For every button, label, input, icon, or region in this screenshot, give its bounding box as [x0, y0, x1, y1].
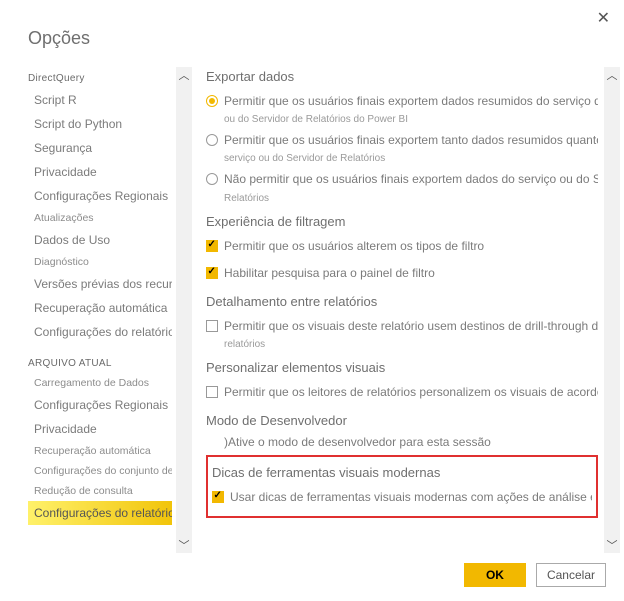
- sidebar-item-script-r[interactable]: Script R: [28, 88, 172, 112]
- option-label: Permitir que os leitores de relatórios p…: [224, 384, 598, 400]
- export-option-summary[interactable]: Permitir que os usuários finais exportem…: [206, 90, 598, 112]
- sidebar-item-recup-auto-2[interactable]: Recuperação automática: [28, 441, 172, 461]
- option-sublabel: ou do Servidor de Relatórios do Power BI: [206, 112, 598, 129]
- filter-allow-change-types[interactable]: Permitir que os usuários alterem os tipo…: [206, 235, 598, 257]
- close-icon[interactable]: ✕: [597, 8, 610, 28]
- sidebar-item-label: Configurações do conjunto de dados publi…: [34, 465, 172, 477]
- main-scroll-down-icon[interactable]: ﹀: [604, 537, 620, 553]
- sidebar-item-config-relatorio-2[interactable]: Configurações do relatório: [28, 501, 172, 525]
- dev-mode-text: )Ative o modo de desenvolvedor para esta…: [206, 434, 598, 450]
- personalize-allow[interactable]: Permitir que os leitores de relatórios p…: [206, 381, 598, 403]
- sidebar-item-label: Script R: [34, 93, 77, 107]
- sidebar-item-label: Carregamento de Dados: [34, 377, 149, 389]
- section-tooltip-title: Dicas de ferramentas visuais modernas: [212, 463, 592, 486]
- section-dev-title: Modo de Desenvolvedor: [206, 403, 598, 434]
- sidebar-section-directquery: DirectQuery: [28, 67, 172, 88]
- sidebar-item-label: Segurança: [34, 141, 92, 155]
- section-drill-title: Detalhamento entre relatórios: [206, 284, 598, 315]
- sidebar-item-recup-auto[interactable]: Recuperação automática: [28, 296, 172, 320]
- sidebar-item-atualizacoes[interactable]: Atualizações: [28, 208, 172, 228]
- sidebar-item-script-python[interactable]: Script do Python: [28, 112, 172, 136]
- sidebar-item-privacidade-2[interactable]: Privacidade: [28, 417, 172, 441]
- dialog-title: Opções: [0, 0, 624, 59]
- sidebar-item-label: Script do Python: [34, 117, 122, 131]
- sidebar-scroll-up-icon[interactable]: ︿: [176, 67, 192, 83]
- option-label: Permitir que os usuários finais exportem…: [224, 132, 598, 148]
- radio-icon[interactable]: [206, 95, 218, 107]
- sidebar: ︿ ﹀ DirectQuery Script R Script do Pytho…: [28, 67, 192, 553]
- sidebar-item-config-relatorio[interactable]: Configurações do relatório: [28, 320, 172, 344]
- checkbox-icon[interactable]: [212, 491, 224, 503]
- dialog-footer: OK Cancelar: [0, 553, 624, 601]
- export-option-both[interactable]: Permitir que os usuários finais exportem…: [206, 129, 598, 151]
- cancel-button[interactable]: Cancelar: [536, 563, 606, 587]
- option-label: Habilitar pesquisa para o painel de filt…: [224, 265, 435, 281]
- option-label: Permitir que os usuários alterem os tipo…: [224, 238, 484, 254]
- highlight-box: Dicas de ferramentas visuais modernas Us…: [206, 455, 598, 518]
- options-dialog: ✕ Opções ︿ ﹀ DirectQuery Script R Script…: [0, 0, 624, 601]
- sidebar-scrollbar-track[interactable]: [176, 67, 192, 553]
- filter-enable-search[interactable]: Habilitar pesquisa para o painel de filt…: [206, 257, 598, 284]
- option-label: Não permitir que os usuários finais expo…: [224, 171, 598, 187]
- sidebar-item-label: Recuperação automática: [34, 301, 167, 315]
- sidebar-item-label: Dados de Uso: [34, 233, 110, 247]
- section-export-title: Exportar dados: [206, 67, 598, 90]
- sidebar-item-reducao-consulta[interactable]: Redução de consulta: [28, 481, 172, 501]
- sidebar-item-label: Diagnóstico: [34, 256, 89, 268]
- sidebar-item-label: Configurações Regionais: [34, 189, 168, 203]
- option-sublabel: serviço ou do Servidor de Relatórios: [206, 151, 598, 168]
- main-scroll-up-icon[interactable]: ︿: [604, 67, 620, 83]
- sidebar-item-label: Redução de consulta: [34, 485, 133, 497]
- sidebar-item-versoes-previas[interactable]: Versões prévias dos recursos: [28, 272, 172, 296]
- sidebar-item-label: Versões prévias dos recursos: [34, 277, 172, 291]
- option-label: Usar dicas de ferramentas visuais modern…: [230, 489, 592, 505]
- option-label: Permitir que os visuais deste relatório …: [224, 318, 598, 334]
- sidebar-section-arquivo-atual: ARQUIVO ATUAL: [28, 344, 172, 373]
- checkbox-icon[interactable]: [206, 320, 218, 332]
- sidebar-scroll-down-icon[interactable]: ﹀: [176, 537, 192, 553]
- export-option-none[interactable]: Não permitir que os usuários finais expo…: [206, 168, 598, 190]
- option-sublabel: Relatórios: [206, 191, 598, 208]
- sidebar-item-label: Configurações do relatório: [34, 506, 172, 520]
- section-personalize-title: Personalizar elementos visuais: [206, 354, 598, 381]
- checkbox-icon[interactable]: [206, 386, 218, 398]
- dialog-content: ︿ ﹀ DirectQuery Script R Script do Pytho…: [0, 59, 624, 553]
- sidebar-item-label: Configurações do relatório: [34, 325, 172, 339]
- sidebar-item-conjunto-dados[interactable]: Configurações do conjunto de dados publi…: [28, 461, 172, 481]
- sidebar-item-label: Configurações Regionais: [34, 398, 168, 412]
- option-sublabel: relatórios: [206, 337, 598, 354]
- main-panel: ︿ ﹀ Exportar dados Permitir que os usuár…: [192, 67, 624, 553]
- drill-allow-cross[interactable]: Permitir que os visuais deste relatório …: [206, 315, 598, 337]
- sidebar-item-diagnostico[interactable]: Diagnóstico: [28, 252, 172, 272]
- sidebar-item-label: Recuperação automática: [34, 445, 151, 457]
- radio-icon[interactable]: [206, 173, 218, 185]
- sidebar-item-carregamento-dados[interactable]: Carregamento de Dados: [28, 373, 172, 393]
- checkbox-icon[interactable]: [206, 240, 218, 252]
- ok-button[interactable]: OK: [464, 563, 526, 587]
- option-label: Permitir que os usuários finais exportem…: [224, 93, 598, 109]
- sidebar-item-label: Atualizações: [34, 212, 94, 224]
- sidebar-item-config-regionais[interactable]: Configurações Regionais: [28, 184, 172, 208]
- tooltip-modern-checkbox[interactable]: Usar dicas de ferramentas visuais modern…: [212, 486, 592, 508]
- main-scrollbar-track[interactable]: [604, 67, 620, 553]
- radio-icon[interactable]: [206, 134, 218, 146]
- sidebar-item-label: Privacidade: [34, 422, 97, 436]
- checkbox-icon[interactable]: [206, 267, 218, 279]
- sidebar-item-dados-uso[interactable]: Dados de Uso: [28, 228, 172, 252]
- sidebar-item-seguranca[interactable]: Segurança: [28, 136, 172, 160]
- section-filter-title: Experiência de filtragem: [206, 208, 598, 235]
- sidebar-item-config-regionais-2[interactable]: Configurações Regionais: [28, 393, 172, 417]
- sidebar-item-privacidade[interactable]: Privacidade: [28, 160, 172, 184]
- sidebar-item-label: Privacidade: [34, 165, 97, 179]
